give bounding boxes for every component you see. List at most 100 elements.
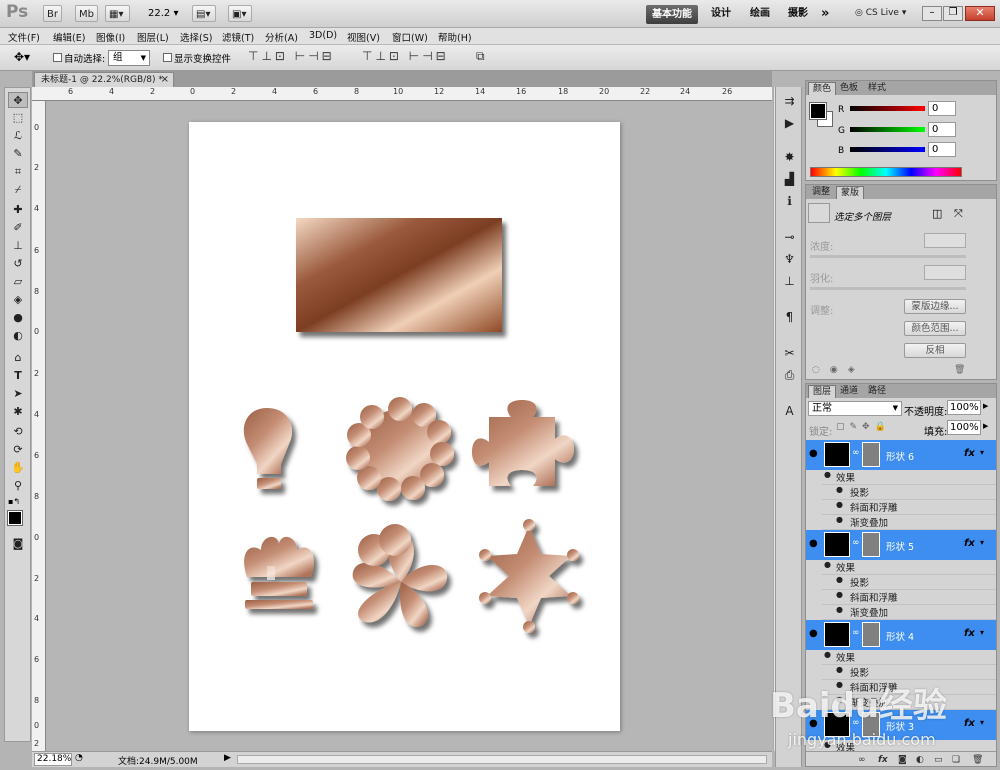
brush-presets-icon[interactable]: ⊸ (780, 229, 799, 246)
eye-icon[interactable]: ● (836, 485, 843, 494)
pixel-mask-icon[interactable]: ◫ (932, 207, 942, 220)
eye-icon[interactable]: ● (836, 515, 843, 524)
restore-window-button[interactable]: ❐ (943, 6, 963, 21)
opacity-arrow-icon[interactable]: ▶ (983, 402, 988, 410)
zoom-tool-icon[interactable]: ⚲ (8, 478, 28, 494)
history-panel-icon[interactable]: ⇉ (780, 93, 799, 110)
clone-stamp-tool-icon[interactable]: ⊥ (8, 238, 28, 254)
quick-select-tool-icon[interactable]: ✎ (8, 146, 28, 162)
expand-effects-icon[interactable]: ▾ (980, 538, 984, 547)
effects-group-row[interactable]: ● 效果 (822, 560, 996, 575)
mask-edge-button[interactable]: 蒙版边缘... (904, 299, 966, 314)
menu-file[interactable]: 文件(F) (8, 30, 40, 44)
distribute-buttons[interactable]: ⊤⊥⊡ ⊢⊣⊟ (362, 49, 449, 63)
type-tool-icon[interactable]: T (8, 368, 28, 384)
menu-image[interactable]: 图像(I) (96, 30, 125, 44)
effect-row[interactable]: ● 渐变叠加 (822, 605, 996, 620)
arrange-documents-button[interactable]: ▤▾ (192, 5, 216, 22)
menu-3d[interactable]: 3D(D) (309, 30, 337, 41)
document-canvas[interactable] (189, 122, 620, 731)
brush-tool-icon[interactable]: ✐ (8, 220, 28, 236)
minimize-window-button[interactable]: – (922, 6, 942, 21)
3d-orbit-tool-icon[interactable]: ⟳ (8, 442, 28, 458)
effect-row[interactable]: ● 投影 (822, 665, 996, 680)
flower-shape[interactable] (346, 397, 454, 501)
lock-icons[interactable]: ▢✎✥🔒 (836, 422, 891, 432)
healing-brush-tool-icon[interactable]: ✚ (8, 202, 28, 218)
menu-select[interactable]: 选择(S) (180, 30, 212, 44)
show-transform-checkbox[interactable] (163, 53, 172, 62)
status-info-icon[interactable]: ◔ (75, 753, 83, 763)
menu-layer[interactable]: 图层(L) (137, 30, 169, 44)
tab-adjustments[interactable]: 调整 (808, 186, 834, 199)
tab-masks[interactable]: 蒙版 (836, 186, 865, 199)
mask-footer-icons[interactable]: ◌◉◈ (812, 365, 865, 375)
vector-mask-icon[interactable]: ⤧ (954, 207, 963, 221)
info-panel-icon[interactable]: ℹ (780, 193, 799, 210)
layer-row[interactable]: ● ∞ 形状 3 fx ▾ (806, 710, 996, 740)
delete-layer-icon[interactable]: 🗑 (972, 755, 983, 765)
eye-icon[interactable]: ● (824, 470, 831, 479)
auto-select-dropdown[interactable]: 组 ▼ (108, 50, 150, 66)
hand-tool-icon[interactable]: ✋ (8, 460, 28, 476)
eye-icon[interactable]: ● (836, 575, 843, 584)
cs-live-button[interactable]: ◎ CS Live ▾ (855, 8, 906, 18)
rounded-rectangle-shape[interactable] (296, 218, 502, 332)
shape-tool-icon[interactable]: ✱ (8, 404, 28, 420)
close-window-button[interactable]: ✕ (965, 6, 995, 21)
b-input[interactable]: 0 (928, 142, 956, 157)
paint-bucket-tool-icon[interactable]: ◈ (8, 292, 28, 308)
eye-icon[interactable]: ● (824, 740, 831, 749)
adjustment-layer-icon[interactable]: ◐ (916, 755, 924, 765)
history-brush-tool-icon[interactable]: ↺ (8, 256, 28, 272)
effect-row[interactable]: ● 渐变叠加 (822, 695, 996, 710)
tab-channels[interactable]: 通道 (836, 385, 862, 398)
horizontal-scrollbar[interactable] (237, 755, 767, 764)
b-slider[interactable] (850, 147, 925, 152)
paragraph-panel-icon[interactable]: ¶ (780, 309, 799, 326)
workspace-active-button[interactable]: 基本功能 (646, 5, 698, 24)
tab-color[interactable]: 颜色 (808, 82, 837, 95)
3d-rotate-tool-icon[interactable]: ⟲ (8, 424, 28, 440)
lasso-tool-icon[interactable]: ℒ (8, 128, 28, 144)
effect-row[interactable]: ● 斜面和浮雕 (822, 590, 996, 605)
new-layer-icon[interactable]: ❏ (952, 755, 960, 765)
close-tab-icon[interactable]: × (161, 73, 169, 87)
expand-effects-icon[interactable]: ▾ (980, 448, 984, 457)
fg-color-swatch[interactable] (809, 102, 827, 120)
auto-select-checkbox[interactable] (53, 53, 62, 62)
eye-icon[interactable]: ● (824, 650, 831, 659)
menu-analysis[interactable]: 分析(A) (265, 30, 298, 44)
eye-icon[interactable]: ● (809, 538, 818, 549)
histogram-panel-icon[interactable]: ▟ (780, 171, 799, 188)
effect-row[interactable]: ● 斜面和浮雕 (822, 680, 996, 695)
auto-align-icon[interactable]: ⧉ (476, 49, 485, 64)
clover-shape[interactable] (352, 524, 448, 627)
menu-window[interactable]: 窗口(W) (392, 30, 428, 44)
move-tool-icon[interactable]: ✥ (8, 92, 28, 108)
eye-icon[interactable]: ● (836, 590, 843, 599)
effect-row[interactable]: ● 投影 (822, 575, 996, 590)
eye-icon[interactable]: ● (836, 500, 843, 509)
link-layers-icon[interactable]: ∞ (858, 755, 866, 765)
tab-styles[interactable]: 样式 (864, 82, 890, 95)
add-style-icon[interactable]: fx (878, 755, 888, 765)
eyedropper-tool-icon[interactable]: ⌿ (8, 182, 28, 198)
delete-mask-icon[interactable]: 🗑 (954, 365, 965, 375)
density-input[interactable] (924, 233, 966, 248)
document-tab[interactable]: 未标题-1 @ 22.2%(RGB/8) * × (34, 72, 174, 87)
path-selection-tool-icon[interactable]: ➤ (8, 386, 28, 402)
effects-group-row[interactable]: ● 效果 (822, 650, 996, 665)
crown-shape[interactable] (244, 536, 314, 609)
more-workspaces-chevron-icon[interactable]: » (815, 4, 835, 24)
minibridge-button[interactable]: Mb (75, 5, 98, 22)
expand-effects-icon[interactable]: ▾ (980, 628, 984, 637)
r-input[interactable]: 0 (928, 101, 956, 116)
actions-panel-icon[interactable]: ▶ (780, 115, 799, 132)
new-group-icon[interactable]: ▭ (934, 755, 943, 765)
effect-row[interactable]: ● 投影 (822, 485, 996, 500)
pen-tool-icon[interactable]: ⌂ (8, 350, 28, 366)
effect-row[interactable]: ● 斜面和浮雕 (822, 500, 996, 515)
eye-icon[interactable]: ● (809, 448, 818, 459)
quick-mask-icon[interactable]: ◙ (8, 536, 28, 552)
